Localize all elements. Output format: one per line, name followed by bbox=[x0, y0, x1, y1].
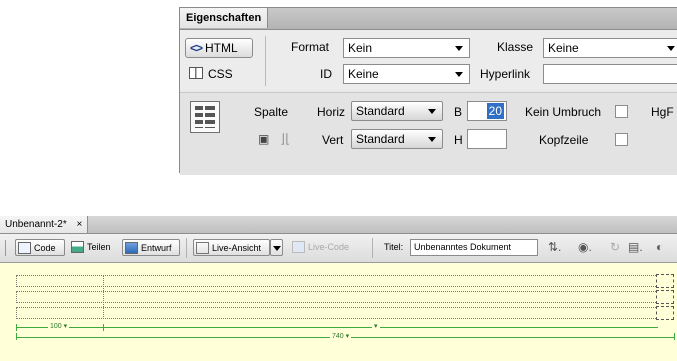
horiz-select[interactable]: Standard bbox=[351, 101, 443, 121]
horiz-value: Standard bbox=[356, 104, 405, 118]
hyperlink-input[interactable] bbox=[543, 64, 677, 84]
chevron-down-icon bbox=[428, 137, 436, 142]
code-view-label: Code bbox=[34, 243, 56, 253]
width-marker bbox=[674, 333, 675, 340]
refresh-icon[interactable]: ↻ bbox=[610, 240, 620, 254]
live-view-label: Live-Ansicht bbox=[212, 243, 262, 253]
properties-panel: Eigenschaften <> HTML CSS Format Kein Kla… bbox=[179, 7, 677, 175]
code-brackets-icon: <> bbox=[190, 41, 203, 55]
split-view-button[interactable]: Teilen bbox=[69, 239, 111, 256]
toolbar-grip bbox=[5, 240, 6, 256]
chevron-down-icon bbox=[667, 46, 675, 51]
live-code-label: Live-Code bbox=[308, 242, 350, 252]
design-view-button[interactable]: Entwurf bbox=[122, 239, 180, 256]
live-view-dropdown[interactable] bbox=[270, 239, 283, 256]
split-cells-icon[interactable]: ⌋⌊ bbox=[280, 131, 290, 147]
divider bbox=[265, 36, 266, 86]
document-window: Unbenannt-2* × Code Teilen Entwurf Live-… bbox=[0, 216, 677, 361]
properties-tab[interactable]: Eigenschaften bbox=[180, 8, 269, 28]
code-view-icon bbox=[18, 242, 31, 254]
close-icon[interactable]: × bbox=[77, 219, 83, 230]
column-width-arrow[interactable]: ▾ bbox=[372, 323, 380, 331]
format-label: Format bbox=[291, 40, 330, 54]
properties-row-html: <> HTML CSS Format Kein Klasse Keine ID K… bbox=[180, 30, 677, 90]
table-row[interactable] bbox=[16, 307, 658, 319]
document-tab-title: Unbenannt-2* bbox=[5, 219, 67, 230]
view-options-icon[interactable]: ▤. bbox=[628, 240, 643, 254]
id-value: Keine bbox=[348, 67, 379, 81]
table-width-value: 740 bbox=[332, 333, 344, 340]
design-canvas[interactable]: 100 ▾ ▾ 740 ▾ bbox=[0, 263, 677, 361]
selected-cell[interactable] bbox=[656, 290, 674, 304]
kein-umbruch-label: Kein Umbruch bbox=[525, 105, 602, 119]
live-code-icon bbox=[292, 241, 305, 253]
preview-browser-icon[interactable]: ◉. bbox=[578, 240, 592, 254]
hgf-label: HgF bbox=[651, 105, 674, 119]
kopfzeile-label: Kopfzeile bbox=[539, 133, 589, 147]
vert-value: Standard bbox=[356, 132, 405, 146]
css-icon bbox=[189, 67, 203, 79]
html-button[interactable]: <> HTML bbox=[185, 38, 253, 58]
selected-cell[interactable] bbox=[656, 274, 674, 288]
width-input[interactable]: 20 bbox=[467, 101, 507, 121]
selected-cell[interactable] bbox=[656, 306, 674, 320]
h-label: H bbox=[454, 133, 463, 147]
height-input[interactable] bbox=[467, 129, 507, 149]
format-select[interactable]: Kein bbox=[343, 38, 470, 58]
format-value: Kein bbox=[348, 41, 373, 55]
table-row[interactable] bbox=[16, 291, 658, 303]
table-row[interactable] bbox=[16, 275, 658, 287]
design-view-label: Entwurf bbox=[141, 243, 172, 253]
split-view-label: Teilen bbox=[87, 242, 111, 252]
table-cell-icon bbox=[190, 101, 220, 133]
chevron-down-icon bbox=[428, 109, 436, 114]
live-view-icon bbox=[196, 242, 209, 254]
html-button-label: HTML bbox=[205, 41, 238, 55]
chevron-down-icon bbox=[273, 246, 281, 251]
document-tab-bar: Unbenannt-2* × bbox=[0, 216, 677, 234]
css-button-label: CSS bbox=[208, 67, 233, 81]
title-label: Titel: bbox=[384, 242, 404, 252]
visual-aids-icon[interactable]: ◐ bbox=[656, 240, 663, 254]
chevron-down-icon bbox=[455, 46, 463, 51]
document-toolbar: Code Teilen Entwurf Live-Ansicht Live-Co… bbox=[0, 234, 677, 263]
hyperlink-label: Hyperlink bbox=[480, 67, 531, 81]
document-tab[interactable]: Unbenannt-2* × bbox=[0, 216, 89, 233]
spalte-label: Spalte bbox=[254, 105, 289, 119]
klasse-label: Klasse bbox=[497, 40, 534, 54]
b-label: B bbox=[454, 105, 463, 119]
kein-umbruch-checkbox[interactable] bbox=[615, 105, 628, 118]
vert-select[interactable]: Standard bbox=[351, 129, 443, 149]
split-view-icon bbox=[71, 241, 84, 253]
file-management-icon[interactable]: ⇅. bbox=[548, 240, 561, 254]
document-title-input[interactable]: Unbenanntes Dokument bbox=[410, 239, 538, 256]
css-button[interactable]: CSS bbox=[189, 67, 233, 81]
table-width-label[interactable]: 740 ▾ bbox=[330, 333, 352, 341]
column-width-value: 100 bbox=[50, 323, 62, 330]
klasse-select[interactable]: Keine bbox=[543, 38, 677, 58]
toolbar-separator bbox=[186, 238, 187, 258]
toolbar-separator bbox=[372, 238, 373, 258]
live-code-button[interactable]: Live-Code bbox=[290, 239, 349, 256]
column-width-line bbox=[103, 327, 658, 328]
kopfzeile-checkbox[interactable] bbox=[615, 133, 628, 146]
width-value: 20 bbox=[486, 103, 504, 119]
chevron-down-icon bbox=[455, 72, 463, 77]
id-select[interactable]: Keine bbox=[343, 64, 470, 84]
table-column-divider bbox=[103, 275, 104, 319]
code-view-button[interactable]: Code bbox=[15, 239, 65, 256]
klasse-value: Keine bbox=[548, 41, 579, 55]
properties-header: Eigenschaften bbox=[180, 8, 677, 30]
id-label: ID bbox=[320, 67, 332, 81]
live-view-button[interactable]: Live-Ansicht bbox=[193, 239, 270, 256]
horiz-label: Horiz bbox=[317, 105, 346, 119]
merge-cells-icon[interactable]: ▣ bbox=[258, 132, 269, 146]
vert-label: Vert bbox=[322, 133, 344, 147]
design-view-icon bbox=[125, 242, 138, 254]
properties-row-cell: Spalte ▣ ⌋⌊ Horiz Standard Vert Standard… bbox=[180, 92, 677, 175]
column-width-label[interactable]: 100 ▾ bbox=[48, 323, 70, 331]
